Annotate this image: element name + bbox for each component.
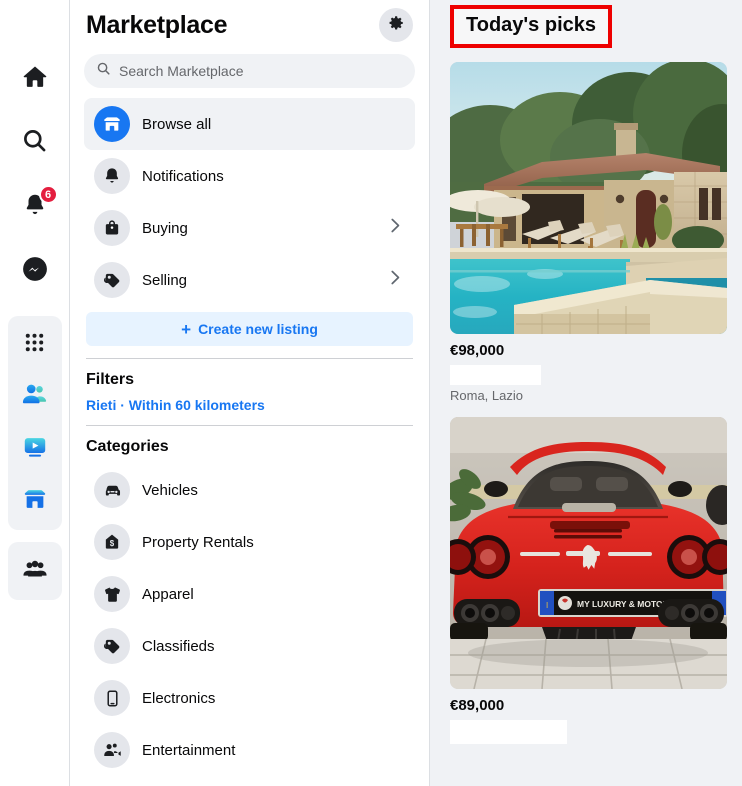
plus-icon: + [181,319,192,339]
search-placeholder: Search Marketplace [119,63,244,79]
tag-icon [94,262,130,298]
listing-card: I MY LUXURY & MOTORS 7 [450,417,727,744]
grid-menu-icon [23,331,46,359]
rail-groups-group [7,542,62,600]
rail-groups-button[interactable] [18,554,52,588]
friends-icon [21,381,48,413]
entertainment-icon [94,732,130,768]
rail-primary-icons: 6 [14,0,58,292]
listing-image[interactable]: I MY LUXURY & MOTORS 7 [450,417,727,689]
section-title: Today's picks [466,14,596,36]
store-icon [94,106,130,142]
create-new-listing-button[interactable]: + Create new listing [86,312,413,346]
category-label: Vehicles [142,481,198,499]
rail-marketplace-button[interactable] [18,484,52,518]
listing-title-redacted [450,365,541,385]
tag-icon [94,628,130,664]
rail-friends-button[interactable] [18,380,52,414]
search-icon [96,61,111,81]
marketplace-page: 6 Marketplace Search Marketplace Browse … [0,0,742,786]
main-content: Today's picks €98,000 Roma, Lazio I MY L… [430,0,742,786]
sidebar-item-entertainment[interactable]: Entertainment [84,724,415,776]
listing-price: €98,000 [450,342,505,359]
divider [86,358,413,359]
sidebar-item-label: Selling [142,271,188,289]
sidebar-item-electronics[interactable]: Electronics [84,672,415,724]
tshirt-icon [94,576,130,612]
search-input[interactable]: Search Marketplace [84,54,415,88]
listing-image[interactable] [450,62,727,334]
category-label: Entertainment [142,741,236,759]
bell-icon [94,158,130,194]
chevron-right-icon [390,269,401,291]
filters-heading: Filters [86,371,135,388]
category-label: Electronics [142,689,216,707]
divider [86,425,413,426]
sidebar-item-notifications[interactable]: Notifications [84,150,415,202]
svg-text:$: $ [110,539,115,548]
category-label: Property Rentals [142,533,254,551]
rail-messenger-button[interactable] [14,250,56,292]
listing-card: €98,000 Roma, Lazio [450,62,727,403]
search-icon [21,127,48,159]
video-icon [22,434,48,465]
listing-title-redacted [450,720,567,744]
rail-shortcut-group [7,316,62,530]
filter-location-link[interactable]: Rieti · Within 60 kilometers [86,397,413,413]
notification-badge: 6 [38,185,58,204]
red-ferrari-rear-view-photo: I MY LUXURY & MOTORS 7 [450,417,727,689]
sidebar-item-property-rentals[interactable]: $ Property Rentals [84,516,415,568]
category-label: Classifieds [142,637,215,655]
categories-heading: Categories [86,438,169,455]
sidebar-item-vehicles[interactable]: Vehicles [84,464,415,516]
listing-location: Roma, Lazio [450,388,523,403]
sidebar-item-apparel[interactable]: Apparel [84,568,415,620]
marketplace-settings-button[interactable] [379,8,413,42]
todays-picks-highlight-box: Today's picks [450,5,612,48]
page-title: Marketplace [86,10,228,39]
sidebar-item-selling[interactable]: Selling [84,254,415,306]
messenger-icon [21,255,49,288]
sidebar-item-label: Notifications [142,167,224,185]
sidebar-header: Marketplace [84,0,415,48]
gear-icon [387,14,405,37]
create-listing-label: Create new listing [198,321,318,337]
house-dollar-icon: $ [94,524,130,560]
rail-menu-button[interactable] [18,328,52,362]
svg-text:I: I [546,601,548,610]
rail-home-button[interactable] [14,58,56,100]
chevron-right-icon [390,217,401,239]
sidebar-item-browse-all[interactable]: Browse all [84,98,415,150]
phone-icon [94,680,130,716]
todays-picks-header: Today's picks [450,0,742,48]
rail-video-button[interactable] [18,432,52,466]
mediterranean-villa-with-pool-photo [450,62,727,334]
marketplace-store-icon [22,486,48,517]
car-icon [94,472,130,508]
sidebar-item-buying[interactable]: Buying [84,202,415,254]
category-label: Apparel [142,585,194,603]
marketplace-sidebar: Marketplace Search Marketplace Browse al… [70,0,430,786]
bag-icon [94,210,130,246]
listing-price: €89,000 [450,697,505,714]
sidebar-item-label: Browse all [142,115,212,133]
left-nav-rail: 6 [0,0,70,786]
rail-search-button[interactable] [14,122,56,164]
sidebar-item-classifieds[interactable]: Classifieds [84,620,415,672]
groups-icon [22,556,48,587]
home-icon [21,63,49,96]
sidebar-item-label: Buying [142,219,188,237]
rail-notifications-button[interactable]: 6 [14,185,58,228]
